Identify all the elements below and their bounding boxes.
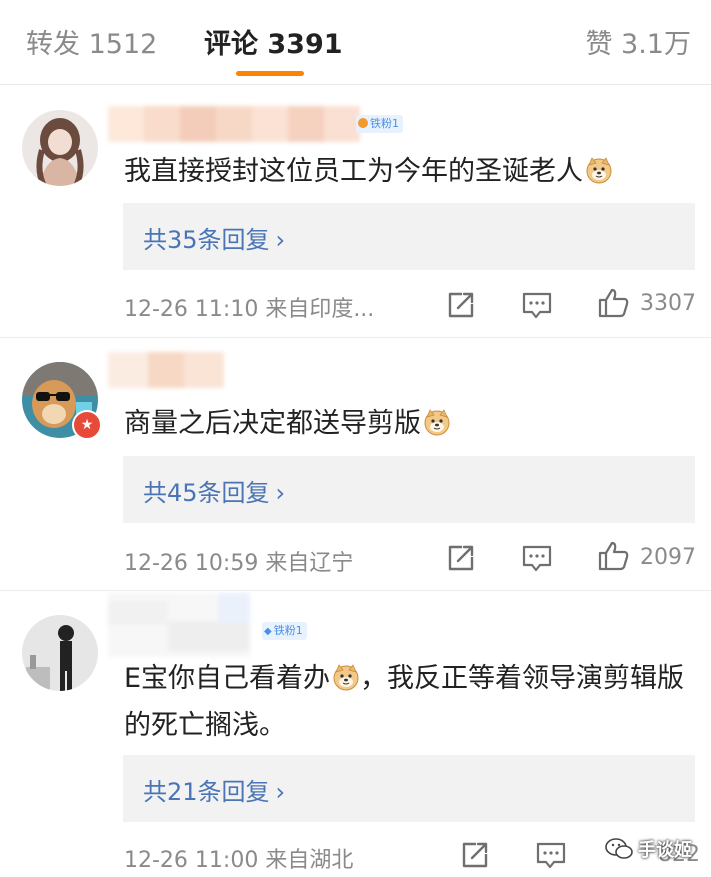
comment-meta: 12-26 11:00 来自湖北 [124, 848, 354, 873]
avatar[interactable] [22, 110, 98, 186]
badge-icon [358, 118, 368, 128]
doge-emoji [423, 408, 451, 436]
comment-icon[interactable] [520, 288, 554, 322]
doge-emoji [332, 663, 360, 691]
replies-button[interactable]: 共21条回复 › [123, 755, 695, 822]
tab-repost[interactable]: 转发 1512 [26, 22, 157, 61]
avatar-image [22, 615, 98, 691]
badge-icon: ◆ [264, 626, 272, 637]
like-count: 2097 [640, 545, 696, 570]
fan-badge: 铁粉1 [356, 115, 403, 133]
share-icon[interactable] [444, 288, 478, 322]
reply-count: 共45条回复 [143, 479, 270, 507]
divider [0, 337, 711, 338]
reply-count: 共35条回复 [143, 226, 270, 254]
active-tab-indicator [236, 71, 304, 76]
chevron-right-icon: › [275, 479, 286, 507]
comment-text: 我直接授封这位员工为今年的圣诞老人 [124, 148, 694, 195]
comment-icon[interactable] [534, 838, 568, 872]
avatar-image [22, 110, 98, 186]
like-count: 3307 [640, 291, 696, 316]
fan-badge: ◆ 铁粉1 [262, 622, 307, 640]
like-icon[interactable] [597, 539, 631, 573]
like-icon[interactable] [597, 286, 631, 320]
share-icon[interactable] [444, 541, 478, 575]
chevron-right-icon: › [275, 226, 286, 254]
doge-emoji [585, 156, 613, 184]
wechat-icon [605, 838, 633, 859]
comment-text: E宝你自己看着办 ，我反正等着领导演剪辑版的死亡搁浅。 [124, 663, 685, 741]
verified-badge-icon: ★ [72, 410, 102, 440]
comment-meta: 12-26 11:10 来自印度... [124, 297, 375, 322]
username-redacted[interactable] [108, 352, 224, 388]
divider [0, 590, 711, 591]
chevron-right-icon: › [275, 778, 286, 806]
comment-meta: 12-26 10:59 来自辽宁 [124, 551, 354, 576]
comment-tabs: 转发 1512 评论 3391 赞 3.1万 [0, 0, 711, 85]
username-redacted[interactable] [108, 593, 250, 657]
username-redacted[interactable] [108, 106, 360, 142]
reply-count: 共21条回复 [143, 778, 270, 806]
comment-text: 商量之后决定都送导剪版 [124, 400, 694, 447]
watermark: 手谈姬 [604, 834, 708, 864]
avatar[interactable] [22, 615, 98, 691]
comment-icon[interactable] [520, 541, 554, 575]
share-icon[interactable] [458, 838, 492, 872]
replies-button[interactable]: 共45条回复 › [123, 456, 695, 523]
replies-button[interactable]: 共35条回复 › [123, 203, 695, 270]
tab-comments[interactable]: 评论 3391 [204, 22, 343, 61]
tab-likes[interactable]: 赞 3.1万 [585, 22, 691, 61]
